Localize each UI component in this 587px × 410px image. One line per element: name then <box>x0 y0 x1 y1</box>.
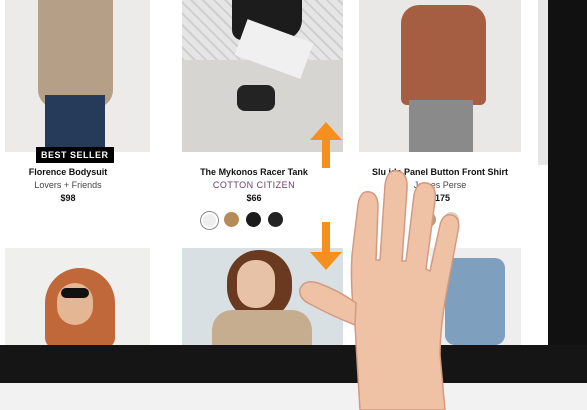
hand-gesture-icon <box>299 170 460 410</box>
product-image-sunglasses-model[interactable] <box>5 248 150 345</box>
model-torso <box>38 0 113 108</box>
product-price: $98 <box>60 193 76 203</box>
product-brand[interactable]: Lovers + Friends <box>5 180 131 190</box>
best-seller-badge: BEST SELLER <box>36 147 114 163</box>
arrow-up-icon <box>310 122 342 140</box>
model-shirt <box>401 5 486 105</box>
model-face <box>237 260 275 308</box>
color-swatch-white[interactable] <box>201 212 218 229</box>
color-swatch-charcoal[interactable] <box>268 212 283 227</box>
model-trousers <box>409 100 473 152</box>
arrow-up-shaft <box>322 140 330 168</box>
product-image-florence-bodysuit[interactable] <box>5 0 150 152</box>
product-image-panel-button-shirt[interactable] <box>359 0 521 152</box>
color-swatch-tan[interactable] <box>224 212 239 227</box>
model-jeans <box>45 95 105 152</box>
model-sneakers <box>237 85 275 111</box>
sunglasses <box>61 288 89 298</box>
color-swatch-black[interactable] <box>246 212 261 227</box>
product-title[interactable]: Florence Bodysuit <box>5 167 131 177</box>
product-image-partial[interactable] <box>538 0 548 165</box>
